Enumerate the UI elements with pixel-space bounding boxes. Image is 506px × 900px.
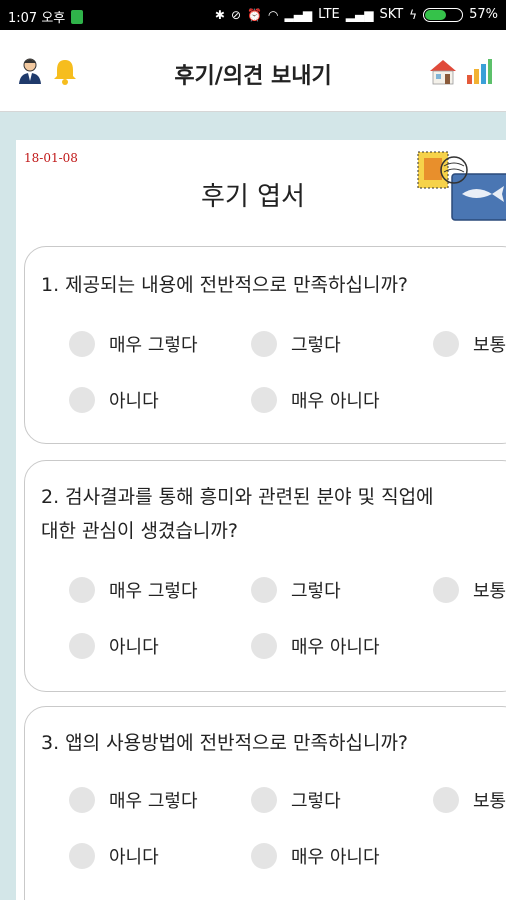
radio-button[interactable] <box>251 577 277 603</box>
answer-option[interactable]: 매우 그렇다 <box>69 787 198 813</box>
option-label: 아니다 <box>109 847 159 868</box>
option-label: 매우 아니다 <box>291 637 380 658</box>
answer-option[interactable]: 보통 <box>433 577 506 603</box>
radio-button[interactable] <box>433 577 459 603</box>
answer-option[interactable]: 보통 <box>433 331 506 357</box>
option-label: 그렇다 <box>291 791 341 812</box>
option-label: 보통 <box>473 335 506 356</box>
network-type: LTE <box>318 7 340 22</box>
bluetooth-icon: ✱ <box>214 7 225 22</box>
radio-button[interactable] <box>251 387 277 413</box>
alarm-icon: ⏰ <box>247 7 262 22</box>
status-time: 1:07 오후 <box>8 11 66 26</box>
stamp-icon <box>417 151 506 221</box>
home-icon[interactable] <box>428 56 458 86</box>
answer-option[interactable]: 아니다 <box>69 387 159 413</box>
option-label: 보통 <box>473 581 506 602</box>
radio-button[interactable] <box>69 633 95 659</box>
question-text: 3. 앱의 사용방법에 전반적으로 만족하십니까? <box>41 732 409 754</box>
content-area: 18-01-08 후기 엽서 1. 제공되는 내용에 전반적으로 만족하십니까?… <box>0 112 506 900</box>
battery-icon <box>423 7 464 22</box>
postcard: 18-01-08 후기 엽서 1. 제공되는 내용에 전반적으로 만족하십니까?… <box>16 140 506 900</box>
answer-option[interactable]: 아니다 <box>69 843 159 869</box>
option-label: 매우 그렇다 <box>109 581 198 602</box>
chart-icon[interactable] <box>464 56 494 86</box>
option-label: 아니다 <box>109 391 159 412</box>
carrier-label: SKT <box>379 7 404 22</box>
answer-option[interactable]: 보통 <box>433 787 506 813</box>
signal-icon-2: ▂▄▆ <box>345 7 374 22</box>
question-card-1: 1. 제공되는 내용에 전반적으로 만족하십니까? 매우 그렇다 그렇다 보통아니다 매… <box>24 246 506 444</box>
answer-option[interactable]: 매우 그렇다 <box>69 331 198 357</box>
question-text: 2. 검사결과를 통해 흥미와 관련된 분야 및 직업에 <box>41 486 434 508</box>
radio-button[interactable] <box>251 633 277 659</box>
radio-button[interactable] <box>251 843 277 869</box>
status-bar: 1:07 오후 ✱ ⊘ ⏰ ◠ ▂▄▆ LTE ▂▄▆ SKT ϟ 57% <box>0 0 506 30</box>
radio-button[interactable] <box>433 787 459 813</box>
radio-button[interactable] <box>251 331 277 357</box>
option-label: 매우 그렇다 <box>109 335 198 356</box>
answer-option[interactable]: 그렇다 <box>251 787 341 813</box>
charging-icon: ϟ <box>409 7 418 22</box>
answer-option[interactable]: 매우 아니다 <box>251 387 380 413</box>
notification-icon <box>71 9 84 24</box>
question-card-3: 3. 앱의 사용방법에 전반적으로 만족하십니까? 매우 그렇다 그렇다 보통아니다 매… <box>24 706 506 900</box>
radio-button[interactable] <box>69 331 95 357</box>
question-text: 대한 관심이 생겼습니까? <box>41 520 238 542</box>
answer-option[interactable]: 아니다 <box>69 633 159 659</box>
question-card-2: 2. 검사결과를 통해 흥미와 관련된 분야 및 직업에대한 관심이 생겼습니까… <box>24 460 506 692</box>
radio-button[interactable] <box>251 787 277 813</box>
vibrate-icon: ⊘ <box>230 7 242 22</box>
option-label: 매우 아니다 <box>291 847 380 868</box>
answer-option[interactable]: 매우 아니다 <box>251 843 380 869</box>
postcard-date: 18-01-08 <box>24 151 78 165</box>
option-label: 매우 그렇다 <box>109 791 198 812</box>
app-header: 후기/의견 보내기 <box>0 30 506 112</box>
answer-option[interactable]: 그렇다 <box>251 331 341 357</box>
option-label: 아니다 <box>109 637 159 658</box>
answer-option[interactable]: 그렇다 <box>251 577 341 603</box>
wifi-icon: ◠ <box>267 7 279 22</box>
radio-button[interactable] <box>69 577 95 603</box>
answer-option[interactable]: 매우 그렇다 <box>69 577 198 603</box>
answer-option[interactable]: 매우 아니다 <box>251 633 380 659</box>
radio-button[interactable] <box>69 843 95 869</box>
option-label: 그렇다 <box>291 335 341 356</box>
option-label: 보통 <box>473 791 506 812</box>
option-label: 그렇다 <box>291 581 341 602</box>
radio-button[interactable] <box>69 787 95 813</box>
option-label: 매우 아니다 <box>291 391 380 412</box>
radio-button[interactable] <box>433 331 459 357</box>
question-text: 1. 제공되는 내용에 전반적으로 만족하십니까? <box>41 274 409 296</box>
signal-icon: ▂▄▆ <box>284 7 313 22</box>
battery-percent: 57% <box>469 7 498 22</box>
radio-button[interactable] <box>69 387 95 413</box>
